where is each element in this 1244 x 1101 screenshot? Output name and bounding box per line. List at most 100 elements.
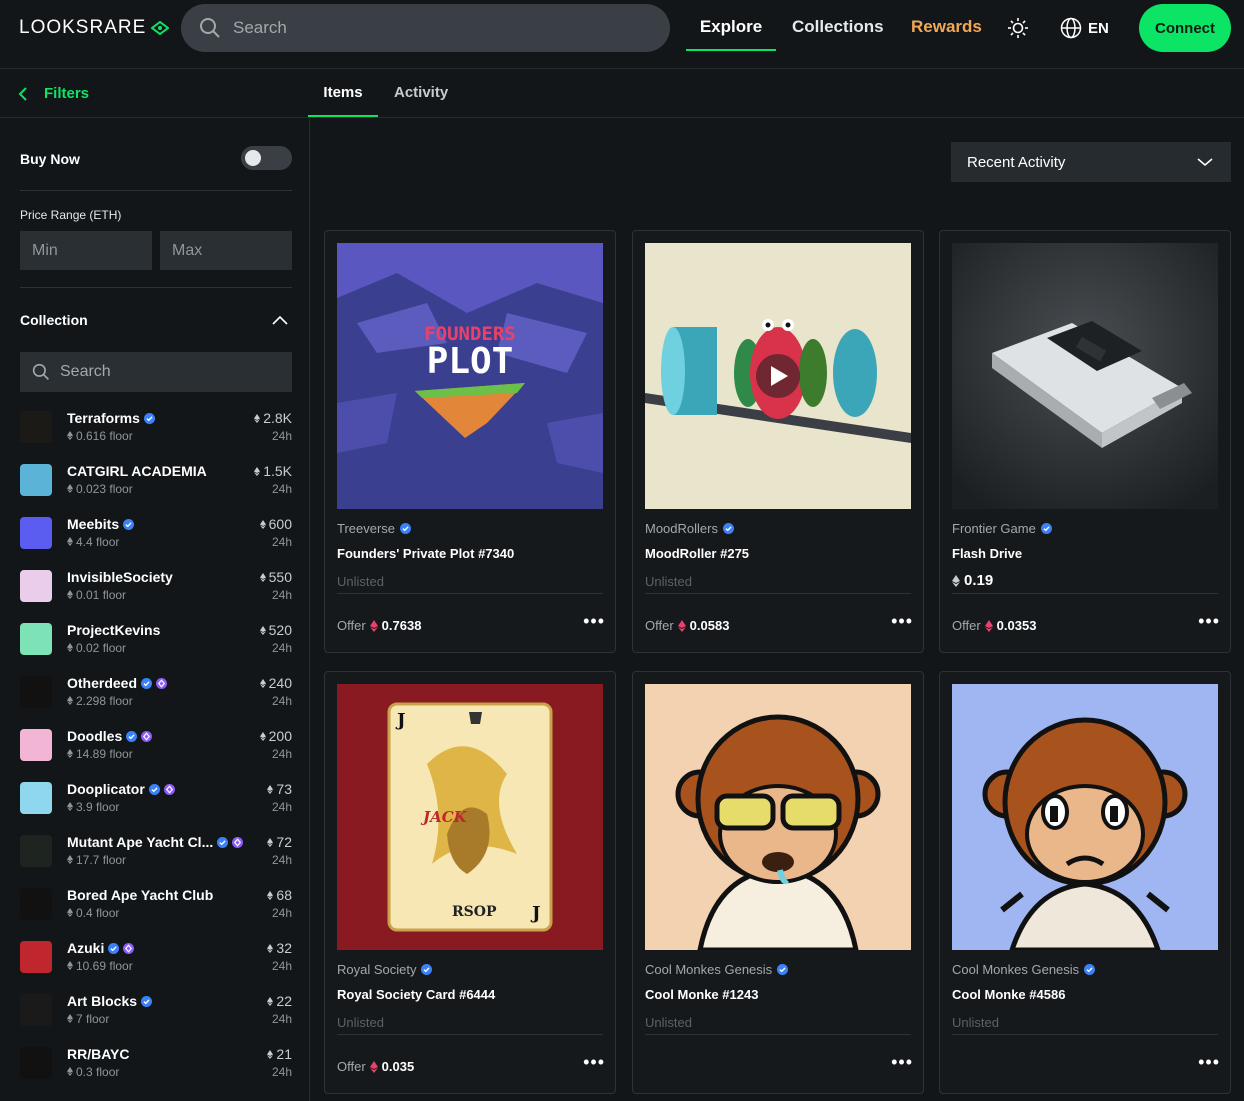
filters-toggle[interactable]: Filters [18, 85, 89, 102]
card-title[interactable]: Cool Monke #4586 [952, 987, 1065, 1002]
tab-items[interactable]: Items [308, 84, 378, 101]
global-search[interactable] [181, 4, 670, 52]
partner-icon [156, 677, 168, 689]
collection-volume: 2.8K [254, 410, 292, 426]
collection-row[interactable]: Azuki 10.69 floor 32 24h [20, 938, 292, 991]
card-collection-name: Royal Society [337, 962, 417, 977]
nav-rewards[interactable]: Rewards [911, 17, 982, 37]
collection-row[interactable]: Dooplicator 3.9 floor 73 24h [20, 779, 292, 832]
more-options-icon[interactable]: ••• [583, 1052, 605, 1073]
card-offer: Offer 0.035 [337, 1059, 414, 1074]
collection-row[interactable]: RR/BAYC 0.3 floor 21 24h [20, 1044, 292, 1097]
global-search-input[interactable] [233, 18, 633, 38]
collection-avatar [20, 570, 52, 602]
collection-row[interactable]: Bored Ape Yacht Club 0.4 floor 68 24h [20, 885, 292, 938]
sun-icon[interactable] [1007, 17, 1029, 39]
nft-card[interactable]: Frontier Game Flash Drive 0.19 Offer 0.0… [939, 230, 1231, 653]
more-options-icon[interactable]: ••• [891, 611, 913, 632]
nft-image[interactable] [645, 684, 911, 950]
verified-icon [123, 518, 135, 530]
nft-card[interactable]: J JACK RSOP J Royal Society Royal Societ… [324, 671, 616, 1094]
offer-value: 0.0583 [689, 618, 730, 633]
eth-icon [67, 961, 73, 970]
collection-search-input[interactable] [60, 363, 280, 381]
card-title[interactable]: Founders' Private Plot #7340 [337, 546, 514, 561]
collection-volume: 22 [267, 993, 292, 1009]
card-title[interactable]: MoodRoller #275 [645, 546, 749, 561]
language-selector[interactable]: EN [1060, 17, 1109, 39]
card-status: Unlisted [645, 574, 692, 589]
card-collection[interactable]: Treeverse [337, 521, 412, 536]
filters-label: Filters [44, 85, 90, 102]
nav-explore[interactable]: Explore [686, 17, 776, 37]
collection-name-text: Azuki [67, 940, 105, 956]
partner-icon [232, 836, 244, 848]
card-collection[interactable]: MoodRollers [645, 521, 734, 536]
nft-card[interactable]: Cool Monkes Genesis Cool Monke #4586 Unl… [939, 671, 1231, 1094]
collection-name: Dooplicator [67, 781, 175, 797]
collection-period: 24h [271, 1012, 292, 1026]
card-collection[interactable]: Cool Monkes Genesis [952, 962, 1096, 977]
card-title[interactable]: Flash Drive [952, 546, 1022, 561]
collection-avatar [20, 835, 52, 867]
price-min-input[interactable] [20, 231, 152, 270]
card-status: Unlisted [337, 1015, 384, 1030]
sort-dropdown[interactable]: Recent Activity [951, 142, 1231, 182]
language-label: EN [1088, 19, 1109, 37]
collection-volume: 240 [259, 675, 292, 691]
collection-row[interactable]: InvisibleSociety 0.01 floor 550 24h [20, 567, 292, 620]
price-max-input[interactable] [160, 231, 292, 270]
collection-name-text: InvisibleSociety [67, 569, 173, 585]
svg-text:J: J [530, 903, 541, 924]
card-title[interactable]: Cool Monke #1243 [645, 987, 758, 1002]
nft-card[interactable]: FOUNDERS PLOT Treeverse Founders' Privat… [324, 230, 616, 653]
nft-image[interactable] [952, 243, 1218, 509]
collection-row[interactable]: ProjectKevins 0.02 floor 520 24h [20, 620, 292, 673]
nft-image[interactable]: FOUNDERS PLOT [337, 243, 603, 509]
collection-row[interactable]: Otherdeed 2.298 floor 240 24h [20, 673, 292, 726]
collection-row[interactable]: Art Blocks 7 floor 22 24h [20, 991, 292, 1044]
eth-icon [267, 997, 274, 1006]
nft-image[interactable] [952, 684, 1218, 950]
sort-value: Recent Activity [967, 153, 1066, 171]
chevron-up-icon[interactable] [271, 314, 289, 326]
buy-now-toggle[interactable] [241, 146, 292, 170]
nav-collections[interactable]: Collections [792, 17, 884, 37]
collection-floor-text: 2.298 floor [76, 694, 133, 708]
nav-explore-indicator [686, 49, 776, 51]
card-collection[interactable]: Frontier Game [952, 521, 1052, 536]
nft-card[interactable]: Cool Monkes Genesis Cool Monke #1243 Unl… [632, 671, 924, 1094]
card-offer: Offer 0.0353 [952, 618, 1036, 633]
collection-row[interactable]: Mutant Ape Yacht Cl... 17.7 floor 72 24h [20, 832, 292, 885]
collection-floor: 0.4 floor [67, 906, 119, 920]
collection-avatar [20, 1047, 52, 1079]
more-options-icon[interactable]: ••• [1198, 1052, 1220, 1073]
eth-icon [67, 643, 73, 652]
card-collection[interactable]: Cool Monkes Genesis [645, 962, 789, 977]
collection-name-text: Bored Ape Yacht Club [67, 887, 214, 903]
collection-row[interactable]: Doodles 14.89 floor 200 24h [20, 726, 292, 779]
more-options-icon[interactable]: ••• [891, 1052, 913, 1073]
tab-activity[interactable]: Activity [394, 84, 448, 101]
verified-icon [143, 412, 155, 424]
logo[interactable]: LOOKSRARE [19, 17, 170, 39]
collection-row[interactable]: CATGIRL ACADEMIA 0.023 floor 1.5K 24h [20, 461, 292, 514]
collection-row[interactable]: Meebits 4.4 floor 600 24h [20, 514, 292, 567]
card-title[interactable]: Royal Society Card #6444 [337, 987, 495, 1002]
eth-icon [259, 520, 266, 529]
collection-search[interactable] [20, 352, 292, 392]
verified-icon [148, 783, 160, 795]
eth-icon [259, 679, 266, 688]
collection-name-text: Meebits [67, 516, 120, 532]
more-options-icon[interactable]: ••• [583, 611, 605, 632]
collection-name-text: Art Blocks [67, 993, 138, 1009]
connect-wallet-button[interactable]: Connect [1139, 4, 1231, 52]
collection-volume-text: 200 [268, 728, 292, 744]
collection-row[interactable]: Terraforms 0.616 floor 2.8K 24h [20, 408, 292, 461]
more-options-icon[interactable]: ••• [1198, 611, 1220, 632]
card-collection[interactable]: Royal Society [337, 962, 433, 977]
nft-image[interactable] [645, 243, 911, 509]
nft-image[interactable]: J JACK RSOP J [337, 684, 603, 950]
nft-card[interactable]: MoodRollers MoodRoller #275 Unlisted Off… [632, 230, 924, 653]
collection-volume: 520 [259, 622, 292, 638]
